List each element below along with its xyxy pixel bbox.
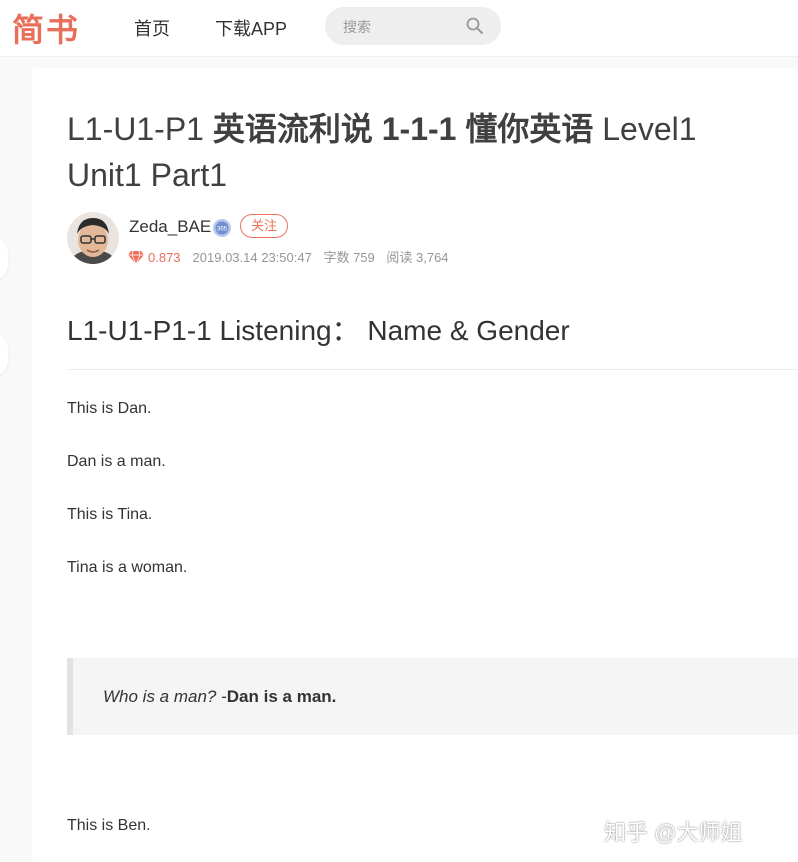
quote-question: Who is a man? [103,687,217,706]
nav-home-link[interactable]: 首页 [134,15,170,41]
quote-answer: Dan is a man. [226,687,337,706]
top-navbar: 简书 首页 下载APP [0,0,798,57]
avatar-image [67,212,119,264]
section-heading: L1-U1-P1-1 Listening： Name & Gender [67,315,570,346]
paragraph: Dan is a man. [67,453,166,470]
search-box [325,7,501,47]
title-chinese: 英语流利说 1-1-1 懂你英语 [212,111,594,147]
follow-button[interactable]: 关注 [240,214,288,238]
author-avatar[interactable] [67,212,119,264]
article-meta: 0.873 2019.03.14 23:50:47 字数 759 阅读 3,764 [128,247,457,266]
publish-date: 2019.03.14 23:50:47 [192,250,312,265]
author-name[interactable]: Zeda_BAE [129,217,211,237]
quote-separator: - [216,687,227,706]
side-like-button[interactable] [0,238,8,280]
quote-text: Who is a man? -Dan is a man. [103,687,336,707]
word-count: 字数 759 [323,250,375,265]
paragraph: This is Ben. [67,817,151,834]
title-prefix: L1-U1-P1 [67,111,204,147]
blockquote: Who is a man? -Dan is a man. [67,658,798,735]
paragraph: This is Tina. [67,506,153,523]
verified-badge-icon: 365 [213,219,231,237]
paragraph: This is Dan. [67,400,152,417]
diamond-score: 0.873 [148,250,181,265]
diamond-icon [128,250,144,264]
nav-download-app-link[interactable]: 下载APP [215,15,287,41]
svg-text:365: 365 [217,227,228,233]
paragraph: Tina is a woman. [67,559,188,576]
read-count: 阅读 3,764 [386,250,449,265]
search-input[interactable] [341,7,465,47]
section-divider [67,369,798,370]
search-icon[interactable] [465,16,485,36]
zhihu-watermark: 知乎 @大师姐 [604,820,743,845]
jianshu-logo[interactable]: 简书 [12,5,80,51]
article-title: L1-U1-P1 英语流利说 1-1-1 懂你英语 Level1 Unit1 P… [67,106,767,198]
side-reward-button[interactable] [0,334,8,376]
